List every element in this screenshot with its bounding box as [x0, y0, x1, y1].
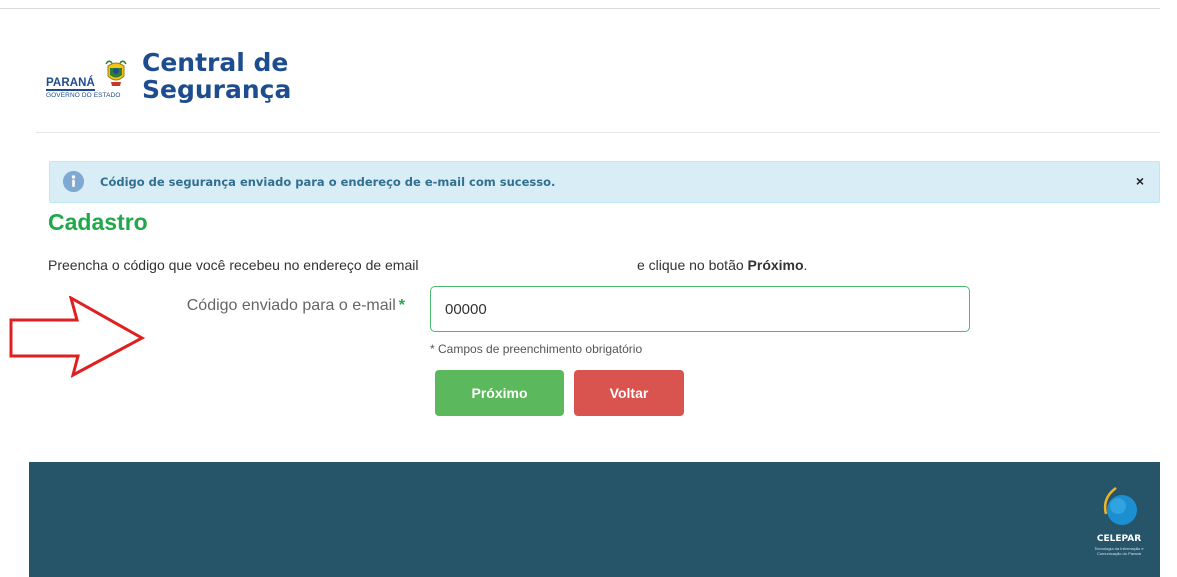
app-title-line1: Central de	[142, 48, 289, 77]
celepar-logo-icon	[1103, 486, 1137, 525]
instruction-bold: Próximo	[747, 257, 804, 273]
page-title: Cadastro	[48, 209, 148, 235]
header-divider	[36, 132, 1160, 133]
app-title: Central de Segurança	[142, 49, 291, 103]
parana-wordmark: PARANÁ	[46, 77, 95, 91]
celepar-tagline: Tecnologia da Informação e Comunicação d…	[1094, 546, 1144, 556]
celepar-logo[interactable]: CELEPAR Tecnologia da Informação e Comun…	[1094, 484, 1144, 566]
info-icon	[63, 171, 84, 192]
red-arrow-icon	[9, 296, 145, 378]
success-alert: Código de segurança enviado para o ender…	[49, 161, 1160, 203]
top-divider	[0, 8, 1160, 9]
next-button[interactable]: Próximo	[435, 370, 564, 416]
instruction-prefix: e clique no botão	[637, 257, 744, 273]
back-button[interactable]: Voltar	[574, 370, 684, 416]
page-footer: CELEPAR Tecnologia da Informação e Comun…	[29, 462, 1160, 577]
instruction-text-end: e clique no botão Próximo.	[637, 257, 807, 273]
instruction-text: Preencha o código que você recebeu no en…	[48, 257, 419, 273]
code-input[interactable]	[430, 286, 970, 332]
parana-crest-icon	[105, 60, 127, 86]
app-title-line2: Segurança	[142, 75, 292, 104]
required-marker: *	[398, 297, 405, 314]
close-icon[interactable]: ×	[1136, 173, 1144, 189]
celepar-brand: CELEPAR	[1096, 534, 1142, 544]
code-field-label: Código enviado para o e-mail *	[187, 297, 405, 315]
instruction-suffix: .	[803, 257, 808, 273]
alert-message: Código de segurança enviado para o ender…	[100, 175, 556, 189]
header-logo[interactable]: PARANÁ GOVERNO DO ESTADO Central de Segu…	[46, 49, 306, 112]
parana-subtitle: GOVERNO DO ESTADO	[46, 92, 121, 99]
code-label-text: Código enviado para o e-mail	[186, 297, 396, 314]
required-note: * Campos de preenchimento obrigatório	[430, 342, 643, 356]
